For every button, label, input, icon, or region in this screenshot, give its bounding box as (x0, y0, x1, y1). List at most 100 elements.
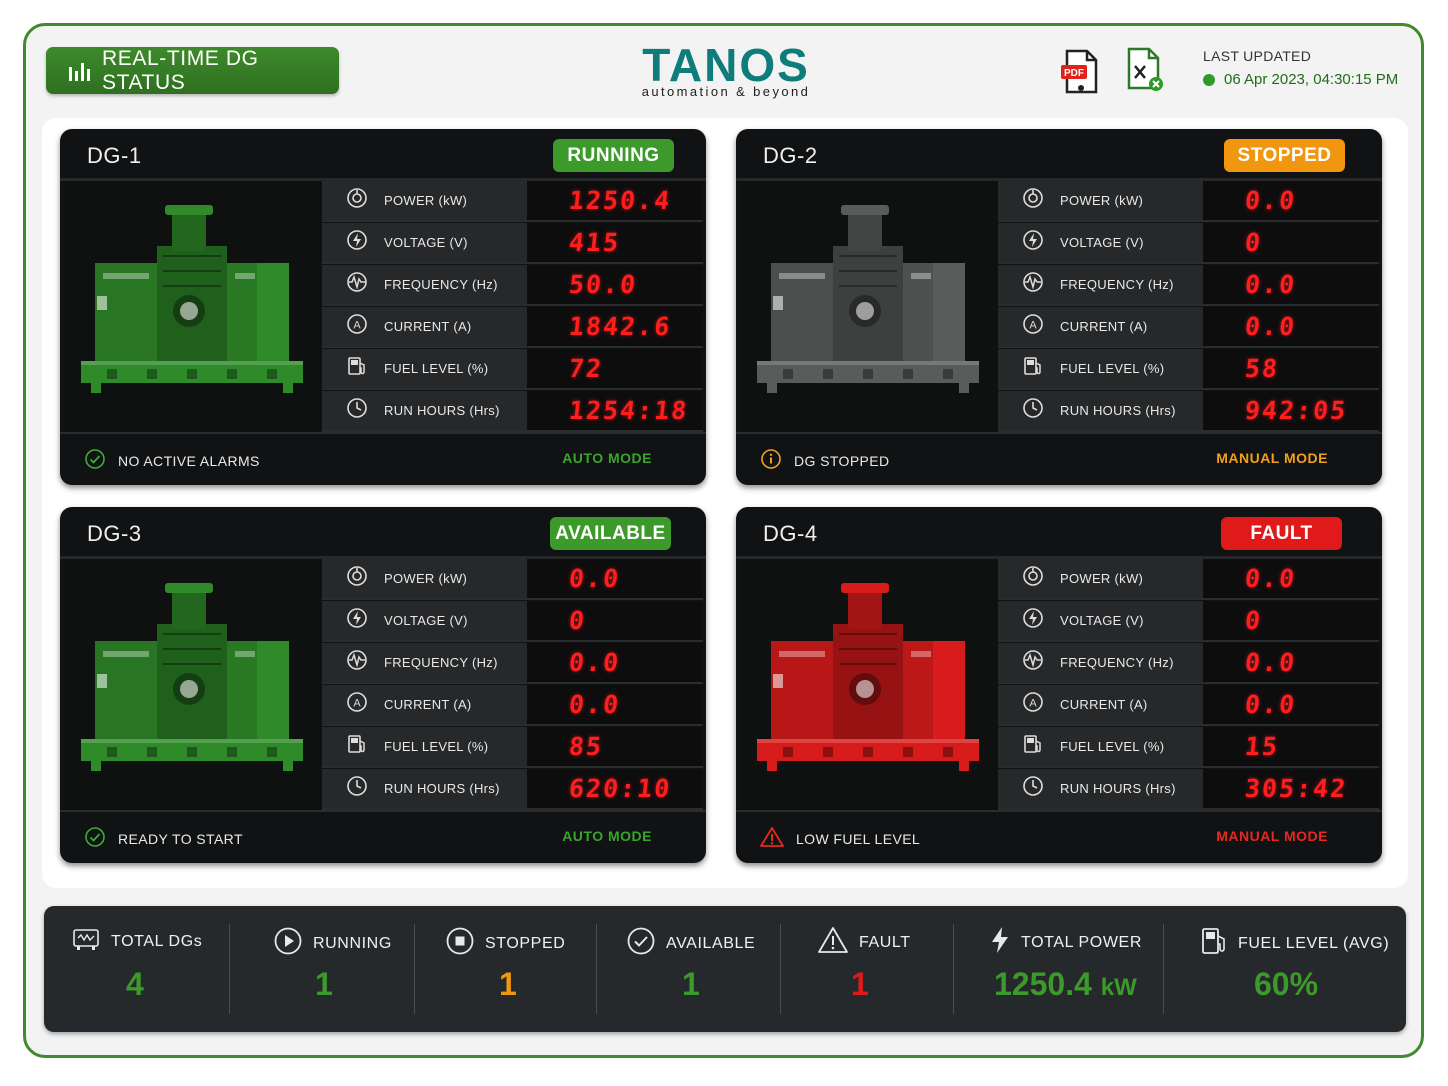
summary-value-wrap: 1250.4 kW (994, 966, 1137, 1003)
metric-label-frequency: FREQUENCY (Hz) (384, 655, 498, 670)
metric-value-fuel: 15 (1243, 732, 1281, 761)
summary-value-wrap: 4 (126, 966, 144, 1003)
generator-image (739, 559, 998, 810)
metric-row-current: A CURRENT (A) 1842.6 (322, 307, 703, 348)
metric-value-cell: 0.0 (1203, 181, 1379, 220)
summary-item-fuel-level-avg: FUEL LEVEL (AVG) 60% (1163, 906, 1406, 1032)
logo-wordmark: TANOS (642, 39, 810, 91)
card-footer: DG STOPPED MANUAL MODE (736, 432, 1382, 485)
export-excel-button[interactable] (1123, 46, 1167, 94)
metric-label-cell: RUN HOURS (Hrs) (998, 391, 1203, 430)
svg-text:PDF: PDF (1064, 68, 1084, 79)
metric-value-power: 0.0 (1243, 186, 1298, 215)
warning-triangle-icon (760, 826, 784, 851)
summary-value: 4 (126, 966, 144, 1002)
generator-card-dg-4[interactable]: DG-4 FAULT POWER (kW) 0.0 VOLTAGE (V) 0 … (736, 507, 1382, 863)
generator-name: DG-4 (763, 521, 818, 546)
summary-header: RUNNING (273, 926, 392, 961)
metric-row-power: POWER (kW) 0.0 (322, 559, 703, 600)
metric-value-voltage: 0 (567, 606, 588, 635)
card-header: DG-4 FAULT (736, 507, 1382, 559)
metric-row-voltage: VOLTAGE (V) 0 (998, 601, 1379, 642)
current-icon: A (346, 691, 368, 718)
metric-label-voltage: VOLTAGE (V) (1060, 613, 1144, 628)
current-icon: A (1022, 313, 1044, 340)
svg-text:A: A (1029, 698, 1037, 710)
generator-name: DG-1 (87, 143, 142, 168)
generator-card-dg-1[interactable]: DG-1 RUNNING POWER (kW) 1250.4 VOLTAGE (… (60, 129, 706, 485)
card-footer: NO ACTIVE ALARMS AUTO MODE (60, 432, 706, 485)
generator-card-dg-2[interactable]: DG-2 STOPPED POWER (kW) 0.0 VOLTAGE (V) … (736, 129, 1382, 485)
stop-circle-icon (445, 926, 475, 961)
excel-icon (1127, 47, 1163, 91)
summary-header: FUEL LEVEL (AVG) (1200, 926, 1389, 961)
summary-label: RUNNING (313, 934, 392, 952)
generator-icon (71, 926, 101, 957)
status-badge: STOPPED (1224, 139, 1345, 172)
lightning-icon (989, 926, 1011, 959)
generator-image (739, 181, 998, 432)
header: REAL-TIME DG STATUS TANOS automation & b… (26, 26, 1421, 121)
summary-value-wrap: 60% (1254, 966, 1318, 1003)
summary-header: FAULT (817, 926, 911, 959)
summary-label: FAULT (859, 933, 911, 951)
summary-value-wrap: 1 (499, 966, 517, 1003)
last-updated-value: 06 Apr 2023, 04:30:15 PM (1203, 71, 1398, 88)
power-icon (346, 565, 368, 592)
generator-card-dg-3[interactable]: DG-3 AVAILABLE POWER (kW) 0.0 VOLTAGE (V… (60, 507, 706, 863)
summary-label: TOTAL DGs (111, 932, 203, 950)
card-footer: READY TO START AUTO MODE (60, 810, 706, 863)
metric-value-cell: 0 (527, 601, 703, 640)
metric-label-power: POWER (kW) (384, 193, 468, 208)
metric-value-cell: 0.0 (1203, 643, 1379, 682)
alarm-message-text: DG STOPPED (794, 452, 890, 469)
summary-value-wrap: 1 (315, 966, 333, 1003)
metric-value-cell: 0.0 (527, 685, 703, 724)
metric-label-cell: FUEL LEVEL (%) (322, 349, 527, 388)
metric-label-cell: POWER (kW) (998, 181, 1203, 220)
status-badge: AVAILABLE (550, 517, 671, 550)
summary-label: FUEL LEVEL (AVG) (1238, 934, 1390, 952)
generator-image (63, 181, 322, 432)
company-logo: TANOS automation & beyond (626, 40, 826, 99)
metric-value-power: 0.0 (1243, 564, 1298, 593)
metric-value-cell: 72 (527, 349, 703, 388)
last-updated-label: LAST UPDATED (1203, 48, 1312, 64)
pdf-icon: PDF (1061, 49, 1098, 94)
card-header: DG-1 RUNNING (60, 129, 706, 181)
metric-label-cell: RUN HOURS (Hrs) (998, 769, 1203, 808)
metric-value-cell: 1254:18 (527, 391, 703, 430)
metrics-table: POWER (kW) 0.0 VOLTAGE (V) 0 FREQUENCY (… (998, 559, 1379, 810)
metric-label-cell: A CURRENT (A) (998, 307, 1203, 346)
metric-row-runhours: RUN HOURS (Hrs) 942:05 (998, 391, 1379, 432)
summary-value-wrap: 1 (851, 966, 869, 1003)
summary-value-wrap: 1 (682, 966, 700, 1003)
operating-mode: AUTO MODE (562, 828, 652, 844)
metric-row-frequency: FREQUENCY (Hz) 50.0 (322, 265, 703, 306)
export-pdf-button[interactable]: PDF (1059, 48, 1103, 96)
metric-row-current: A CURRENT (A) 0.0 (998, 685, 1379, 726)
metric-row-current: A CURRENT (A) 0.0 (998, 307, 1379, 348)
summary-header: TOTAL DGs (71, 926, 202, 957)
metric-value-power: 1250.4 (567, 186, 673, 215)
metric-value-cell: 0.0 (1203, 685, 1379, 724)
metric-value-voltage: 0 (1243, 606, 1264, 635)
svg-text:A: A (1029, 320, 1037, 332)
metric-value-cell: 305:42 (1203, 769, 1379, 808)
metric-row-power: POWER (kW) 1250.4 (322, 181, 703, 222)
metric-row-frequency: FREQUENCY (Hz) 0.0 (998, 643, 1379, 684)
generator-grid: DG-1 RUNNING POWER (kW) 1250.4 VOLTAGE (… (42, 118, 1408, 888)
metric-label-cell: VOLTAGE (V) (998, 601, 1203, 640)
voltage-icon (346, 229, 368, 256)
metric-value-fuel: 58 (1243, 354, 1281, 383)
metric-label-cell: FUEL LEVEL (%) (998, 349, 1203, 388)
metric-row-voltage: VOLTAGE (V) 0 (322, 601, 703, 642)
metric-label-voltage: VOLTAGE (V) (384, 613, 468, 628)
metric-row-power: POWER (kW) 0.0 (998, 559, 1379, 600)
metric-label-fuel: FUEL LEVEL (%) (384, 361, 489, 376)
status-badge: RUNNING (553, 139, 674, 172)
metric-value-cell: 415 (527, 223, 703, 262)
metric-value-frequency: 0.0 (1243, 270, 1298, 299)
metric-row-frequency: FREQUENCY (Hz) 0.0 (322, 643, 703, 684)
card-header: DG-3 AVAILABLE (60, 507, 706, 559)
